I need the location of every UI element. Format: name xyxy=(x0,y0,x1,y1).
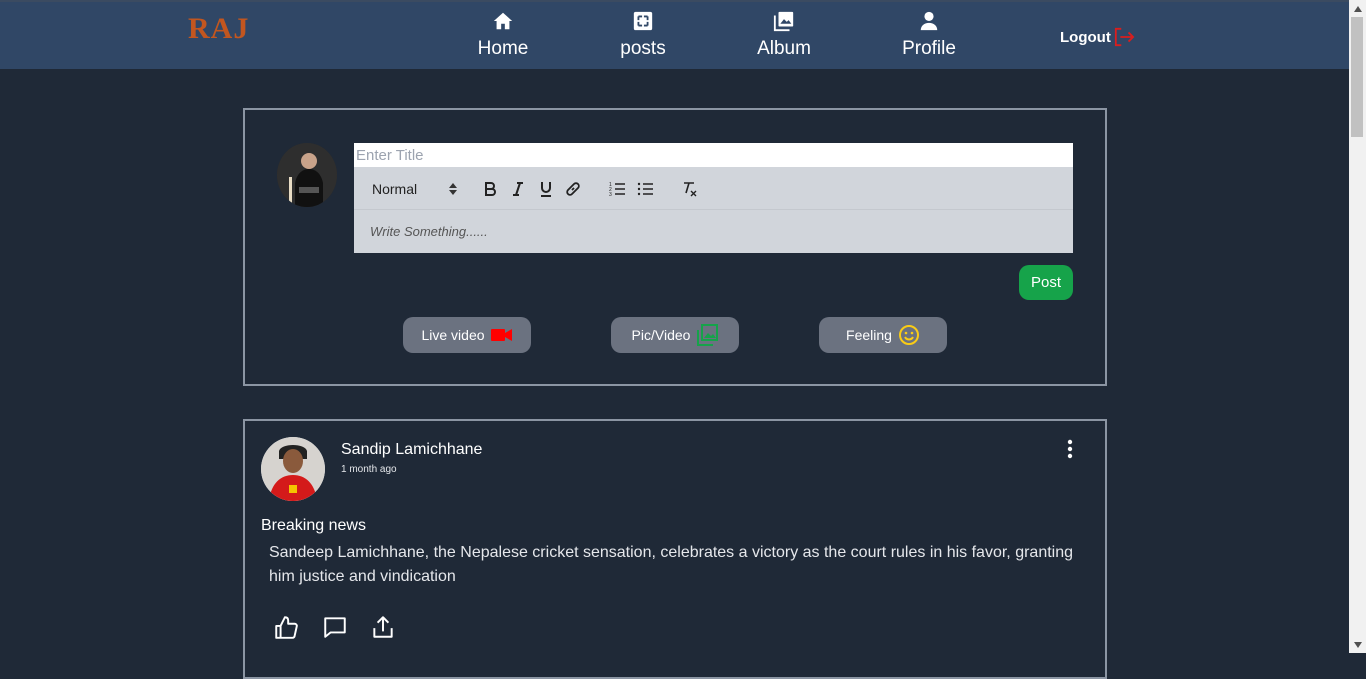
select-arrows-icon xyxy=(449,183,457,195)
underline-icon[interactable] xyxy=(538,180,554,198)
live-video-label: Live video xyxy=(421,327,485,343)
italic-icon[interactable] xyxy=(510,180,526,198)
nav-album[interactable]: Album xyxy=(729,10,839,60)
page-scrollbar[interactable] xyxy=(1349,0,1366,653)
expand-icon xyxy=(588,10,698,34)
share-icon[interactable] xyxy=(370,614,396,645)
feeling-label: Feeling xyxy=(846,327,892,343)
more-options-icon[interactable] xyxy=(1067,439,1073,464)
pic-video-label: Pic/Video xyxy=(631,327,691,343)
user-icon xyxy=(874,10,984,34)
title-input[interactable] xyxy=(354,143,1073,167)
bold-icon[interactable] xyxy=(482,180,498,198)
logout-button[interactable]: Logout xyxy=(1060,27,1135,47)
clear-format-icon[interactable] xyxy=(680,180,698,198)
scroll-up-arrow-icon[interactable] xyxy=(1349,0,1366,17)
nav-posts[interactable]: posts xyxy=(588,10,698,60)
pic-video-button[interactable]: Pic/Video xyxy=(611,317,739,353)
nav-album-label: Album xyxy=(757,38,811,59)
live-video-button[interactable]: Live video xyxy=(403,317,531,353)
editor-toolbar: Normal 123 xyxy=(354,167,1073,210)
post-button[interactable]: Post xyxy=(1019,265,1073,300)
nav-home-label: Home xyxy=(477,38,529,59)
post-card: Sandip Lamichhane 1 month ago Breaking n… xyxy=(243,419,1107,679)
rich-text-editor: Normal 123 Write Something...... xyxy=(354,167,1073,253)
format-select-value: Normal xyxy=(372,181,418,197)
post-time: 1 month ago xyxy=(341,464,397,475)
logout-icon xyxy=(1114,27,1135,47)
video-camera-icon xyxy=(490,329,512,341)
feeling-button[interactable]: Feeling xyxy=(819,317,947,353)
format-select[interactable]: Normal xyxy=(372,180,457,198)
scrollbar-thumb[interactable] xyxy=(1351,17,1363,137)
photo-library-icon xyxy=(697,324,719,346)
nav-profile[interactable]: Profile xyxy=(874,10,984,60)
svg-text:3: 3 xyxy=(609,192,612,196)
nav-home[interactable]: Home xyxy=(448,10,558,60)
like-icon[interactable] xyxy=(273,614,299,645)
editor-body[interactable]: Write Something...... xyxy=(354,210,1073,253)
top-navbar: RAJ Home posts Album Profile Logout xyxy=(0,0,1349,69)
post-composer: Normal 123 Writ xyxy=(243,108,1107,386)
nav-posts-label: posts xyxy=(620,38,666,59)
scroll-down-arrow-icon[interactable] xyxy=(1349,636,1366,653)
ordered-list-icon[interactable]: 123 xyxy=(608,180,626,198)
post-body: Sandeep Lamichhane, the Nepalese cricket… xyxy=(269,544,1074,585)
post-author[interactable]: Sandip Lamichhane xyxy=(341,441,482,459)
user-avatar[interactable] xyxy=(277,143,337,207)
smiley-icon xyxy=(898,325,919,345)
link-icon[interactable] xyxy=(564,180,582,198)
images-icon xyxy=(729,10,839,34)
brand-logo[interactable]: RAJ xyxy=(188,12,249,46)
nav-profile-label: Profile xyxy=(902,38,956,59)
home-icon xyxy=(448,10,558,34)
logout-label: Logout xyxy=(1060,28,1111,46)
bullet-list-icon[interactable] xyxy=(636,180,654,198)
comment-icon[interactable] xyxy=(322,614,348,645)
post-title: Breaking news xyxy=(261,517,366,534)
author-avatar[interactable] xyxy=(261,437,325,501)
